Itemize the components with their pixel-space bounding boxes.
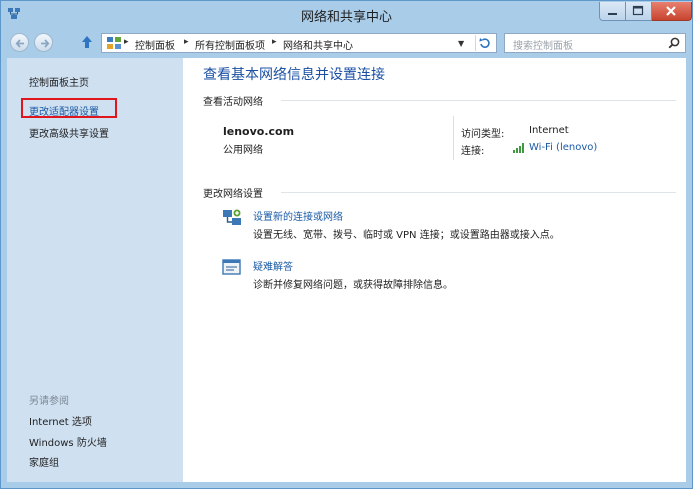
breadcrumb-network-center[interactable]: 网络和共享中心 bbox=[283, 37, 353, 52]
see-also-heading: 另请参阅 bbox=[29, 396, 69, 407]
see-also-homegroup[interactable]: 家庭组 bbox=[29, 454, 59, 469]
chevron-down-icon[interactable]: ▼ bbox=[458, 39, 464, 48]
forward-arrow-icon bbox=[41, 39, 50, 48]
wifi-signal-icon bbox=[513, 143, 524, 153]
back-arrow-icon bbox=[15, 39, 24, 48]
search-icon[interactable] bbox=[668, 37, 680, 49]
maximize-button[interactable] bbox=[626, 2, 652, 21]
title-bar: 网络和共享中心 bbox=[1, 1, 692, 29]
close-button[interactable] bbox=[652, 2, 692, 21]
sidebar-item-change-adapter[interactable]: 更改适配器设置 bbox=[29, 103, 99, 118]
page-title: 查看基本网络信息并设置连接 bbox=[203, 67, 385, 83]
navigation-bar: ▸ 控制面板 ▸ 所有控制面板项 ▸ 网络和共享中心 ▼ 搜索控制面板 bbox=[1, 29, 692, 57]
sidebar-item-home[interactable]: 控制面板主页 bbox=[29, 74, 89, 89]
control-panel-icon bbox=[107, 37, 121, 49]
see-also-windows-firewall[interactable]: Windows 防火墙 bbox=[29, 434, 107, 449]
up-arrow-icon[interactable] bbox=[79, 34, 95, 50]
breadcrumb-separator: ▸ bbox=[272, 37, 277, 47]
minimize-icon bbox=[608, 13, 617, 15]
close-icon bbox=[666, 6, 676, 16]
breadcrumb-all-items[interactable]: 所有控制面板项 bbox=[195, 37, 265, 52]
breadcrumb-separator: ▸ bbox=[184, 37, 189, 47]
search-box[interactable]: 搜索控制面板 bbox=[504, 33, 686, 53]
minimize-button[interactable] bbox=[599, 2, 626, 21]
main-content: 查看基本网络信息并设置连接 查看活动网络 lenovo.com 公用网络 访问类… bbox=[183, 58, 686, 482]
access-type-value: Internet bbox=[529, 125, 569, 136]
divider bbox=[281, 100, 676, 101]
refresh-icon bbox=[479, 38, 490, 48]
active-networks-heading: 查看活动网络 bbox=[203, 97, 263, 108]
see-also-internet-options[interactable]: Internet 选项 bbox=[29, 413, 92, 428]
new-connection-icon bbox=[223, 209, 241, 225]
back-button[interactable] bbox=[10, 33, 29, 52]
search-placeholder: 搜索控制面板 bbox=[513, 41, 573, 52]
divider bbox=[281, 192, 676, 193]
setup-connection-link[interactable]: 设置新的连接或网络 bbox=[253, 208, 343, 223]
connections-label: 连接: bbox=[461, 146, 485, 157]
breadcrumb-separator: ▸ bbox=[124, 37, 129, 47]
divider bbox=[453, 116, 454, 160]
address-bar[interactable]: ▸ 控制面板 ▸ 所有控制面板项 ▸ 网络和共享中心 ▼ bbox=[101, 33, 497, 53]
breadcrumb-control-panel[interactable]: 控制面板 bbox=[135, 37, 175, 52]
troubleshoot-icon bbox=[222, 259, 241, 275]
sidebar-item-change-sharing[interactable]: 更改高级共享设置 bbox=[29, 125, 109, 140]
sidebar: 控制面板主页 更改适配器设置 更改高级共享设置 另请参阅 Internet 选项… bbox=[7, 58, 183, 482]
maximize-icon bbox=[632, 5, 644, 16]
access-type-label: 访问类型: bbox=[461, 129, 505, 140]
troubleshoot-description: 诊断并修复网络问题，或获得故障排除信息。 bbox=[253, 280, 453, 291]
network-name: lenovo.com bbox=[223, 125, 295, 138]
network-sharing-center-window: 网络和共享中心 ▸ 控制面板 ▸ 所有控制面板项 ▸ 网络和共享中心 ▼ 搜索控… bbox=[0, 0, 693, 489]
refresh-button[interactable] bbox=[475, 35, 494, 51]
change-settings-heading: 更改网络设置 bbox=[203, 189, 263, 200]
window-title: 网络和共享中心 bbox=[300, 10, 392, 25]
forward-button[interactable] bbox=[34, 33, 53, 52]
setup-connection-description: 设置无线、宽带、拨号、临时或 VPN 连接；或设置路由器或接入点。 bbox=[253, 230, 560, 241]
troubleshoot-link[interactable]: 疑难解答 bbox=[253, 258, 293, 273]
wifi-connection-link[interactable]: Wi-Fi (lenovo) bbox=[529, 142, 597, 153]
network-category[interactable]: 公用网络 bbox=[223, 141, 263, 156]
